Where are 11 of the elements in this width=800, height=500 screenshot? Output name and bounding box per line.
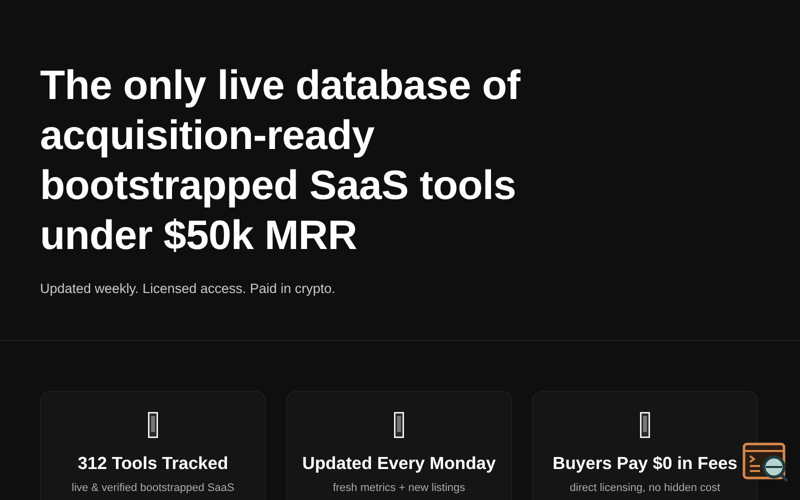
tile-icon bbox=[394, 412, 404, 438]
card-description: live & verified bootstrapped SaaS bbox=[72, 482, 234, 494]
hero-heading: The only live database of acquisition-ready bootstrapped SaaS tools under $50k MRR bbox=[40, 61, 522, 260]
card-description: direct licensing, no hidden cost bbox=[570, 482, 720, 494]
hero-subtitle: Updated weekly. Licensed access. Paid in crypto. bbox=[40, 281, 336, 296]
card-title: Buyers Pay $0 in Fees bbox=[552, 453, 738, 474]
card-description: fresh metrics + new listings bbox=[332, 482, 466, 494]
tile-icon bbox=[148, 412, 158, 438]
card-title: 312 Tools Tracked bbox=[78, 453, 228, 474]
tile-icon bbox=[640, 412, 650, 438]
card-title: Updated Every Monday bbox=[302, 453, 496, 474]
